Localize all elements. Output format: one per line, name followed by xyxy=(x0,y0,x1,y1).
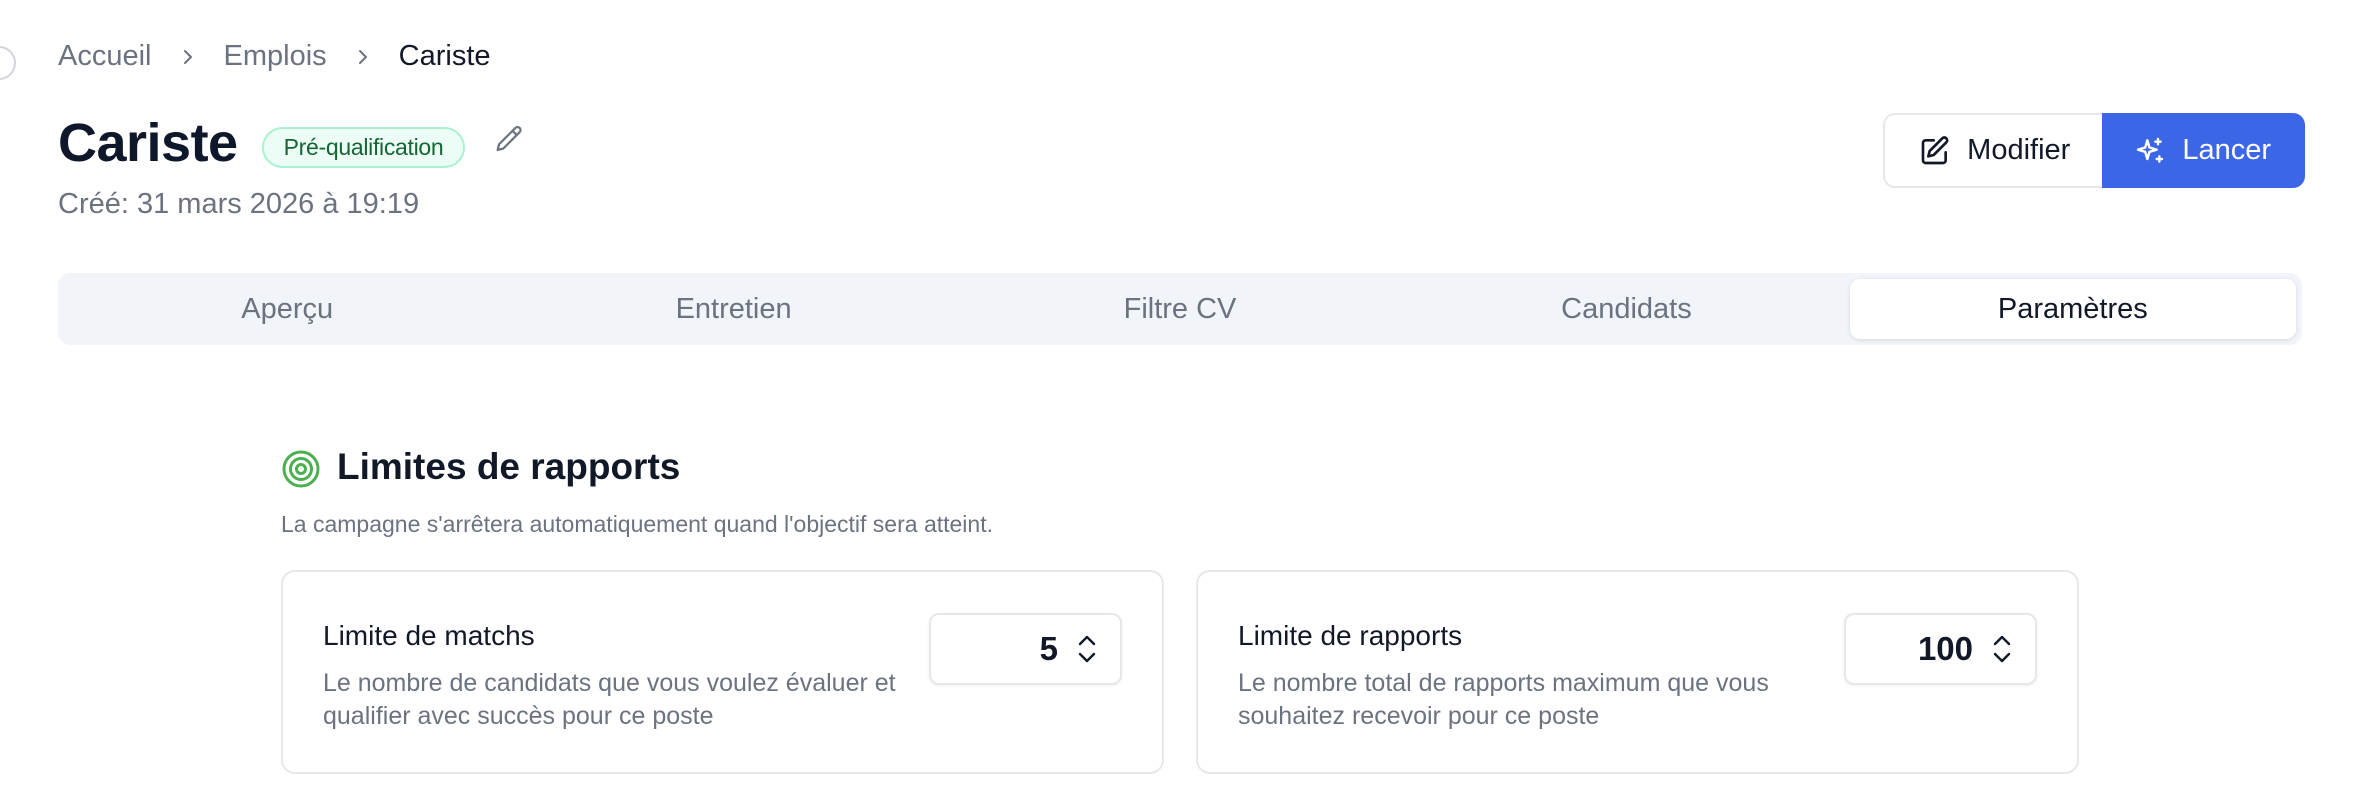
tab-candidats[interactable]: Candidats xyxy=(1403,279,1849,339)
breadcrumb-current: Cariste xyxy=(398,40,491,72)
breadcrumb-home[interactable]: Accueil xyxy=(58,40,152,73)
report-limit-card: Limite de rapports Le nombre total de ra… xyxy=(1196,570,2079,774)
section-description: La campagne s'arrêtera automatiquement q… xyxy=(281,511,993,537)
target-icon xyxy=(281,449,321,489)
chevron-right-icon xyxy=(353,47,373,67)
launch-button[interactable]: Lancer xyxy=(2102,113,2305,188)
match-limit-title: Limite de matchs xyxy=(323,620,535,651)
chevron-up-down-icon[interactable] xyxy=(1987,627,2017,671)
tab-apercu[interactable]: Aperçu xyxy=(64,279,510,339)
match-limit-card: Limite de matchs Le nombre de candidats … xyxy=(281,570,1164,774)
created-date: Créé: 31 mars 2026 à 19:19 xyxy=(58,188,420,220)
section-title: Limites de rapports xyxy=(337,446,681,487)
match-limit-stepper[interactable]: 5 xyxy=(929,613,1122,685)
breadcrumb-jobs[interactable]: Emplois xyxy=(224,40,327,73)
report-limit-stepper[interactable]: 100 xyxy=(1844,613,2037,685)
launch-button-label: Lancer xyxy=(2182,134,2271,166)
sparkles-icon xyxy=(2134,135,2166,167)
match-limit-value[interactable]: 5 xyxy=(1040,630,1058,668)
chevron-right-icon xyxy=(178,47,198,67)
report-limits-section: Limites de rapports La campagne s'arrête… xyxy=(281,445,993,538)
edit-title-button[interactable] xyxy=(491,122,527,158)
page-title: Cariste xyxy=(58,113,238,173)
report-limit-description: Le nombre total de rapports maximum que … xyxy=(1238,669,1769,730)
title-row: Cariste Pré-qualification xyxy=(58,112,527,174)
chevron-up-down-icon[interactable] xyxy=(1072,627,1102,671)
header-actions: Modifier Lancer xyxy=(1883,113,2305,188)
match-limit-description: Le nombre de candidats que vous voulez é… xyxy=(323,669,896,730)
sidebar-toggle[interactable] xyxy=(0,46,16,80)
tab-filtre-cv[interactable]: Filtre CV xyxy=(957,279,1403,339)
status-badge: Pré-qualification xyxy=(261,126,466,168)
modify-button-label: Modifier xyxy=(1967,134,2071,166)
report-limit-value[interactable]: 100 xyxy=(1918,630,1973,668)
edit-square-icon xyxy=(1919,135,1951,167)
report-limit-title: Limite de rapports xyxy=(1238,620,1463,651)
tab-entretien[interactable]: Entretien xyxy=(510,279,956,339)
pencil-icon xyxy=(496,125,523,152)
tab-parametres[interactable]: Paramètres xyxy=(1849,279,2297,339)
modify-button[interactable]: Modifier xyxy=(1883,113,2103,188)
breadcrumb: Accueil Emplois Cariste xyxy=(58,40,491,73)
tab-bar: Aperçu Entretien Filtre CV Candidats Par… xyxy=(58,273,2302,345)
section-header: Limites de rapports xyxy=(281,445,993,489)
